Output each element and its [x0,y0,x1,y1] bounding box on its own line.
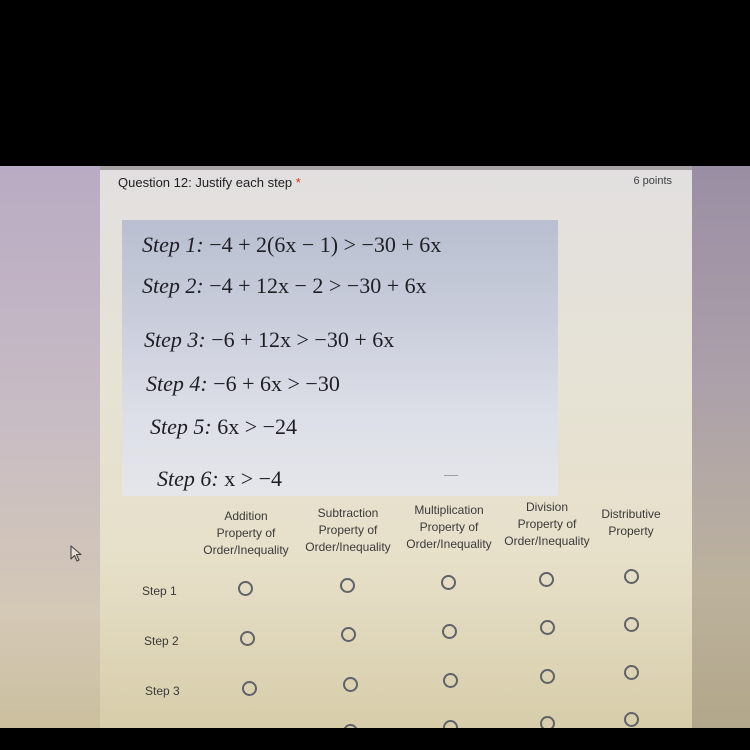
page-background-right [691,166,750,728]
image-artifact-dash [444,475,458,476]
radio-step3-distributive[interactable] [624,665,639,680]
radio-step1-distributive[interactable] [624,569,639,584]
column-header-addition: Addition Property of Order/Inequality [197,508,295,559]
step-label: Step 3: [144,327,206,352]
step-label: Step 4: [146,371,208,396]
radio-step1-division[interactable] [539,572,554,587]
radio-step3-addition[interactable] [242,681,257,696]
radio-step2-distributive[interactable] [624,617,639,632]
radio-step2-division[interactable] [540,620,555,635]
radio-step3-division[interactable] [540,669,555,684]
mouse-pointer-icon [70,545,82,562]
question-title: Question 12: Justify each step * [118,175,301,190]
column-header-line: Property of [318,523,378,537]
step-line-6: Step 6: x > −4 [157,466,282,492]
step-label: Step 1: [142,232,204,257]
radio-step1-subtraction[interactable] [340,578,355,593]
row-label-step-1: Step 1 [142,584,177,598]
row-label-step-3: Step 3 [145,684,180,698]
step-label: Step 2: [142,273,204,298]
required-asterisk: * [295,175,301,190]
column-header-line: Property [608,524,654,538]
column-header-subtraction: Subtraction Property of Order/Inequality [299,505,397,556]
column-header-line: Property of [517,517,577,531]
page-background-left [0,166,100,728]
row-label-step-2: Step 2 [144,634,179,648]
step-label: Step 5: [150,414,212,439]
radio-step3-multiplication[interactable] [443,673,458,688]
radio-step2-multiplication[interactable] [442,624,457,639]
step-line-2: Step 2: −4 + 12x − 2 > −30 + 6x [142,273,427,299]
radio-step4-distributive[interactable] [624,712,639,727]
column-header-line: Division [525,500,568,514]
column-header-line: Property of [216,526,276,540]
step-label: Step 6: [157,466,219,491]
screen: Question 12: Justify each step * 6 point… [0,166,750,728]
question-title-text: Question 12: Justify each step [118,175,293,190]
step-line-1: Step 1: −4 + 2(6x − 1) > −30 + 6x [142,232,441,258]
column-header-multiplication: Multiplication Property of Order/Inequal… [400,502,498,553]
question-points: 6 points [633,175,672,187]
column-header-line: Distributive [601,507,661,521]
radio-step1-multiplication[interactable] [441,575,456,590]
radio-step3-subtraction[interactable] [343,677,358,692]
radio-step1-addition[interactable] [238,581,253,596]
radio-step2-subtraction[interactable] [341,627,356,642]
column-header-line: Addition [224,509,268,523]
column-header-line: Order/Inequality [203,543,289,557]
column-header-line: Order/Inequality [305,540,391,554]
radio-step2-addition[interactable] [240,631,255,646]
radio-step4-subtraction[interactable] [343,724,358,728]
column-header-division: Division Property of Order/Inequality [498,499,596,550]
step-expression: 6x > −24 [217,414,298,439]
problem-image: Step 1: −4 + 2(6x − 1) > −30 + 6x Step 2… [122,220,558,496]
step-expression: −4 + 12x − 2 > −30 + 6x [209,273,427,298]
radio-step4-division[interactable] [540,716,555,728]
card-top-border [100,166,692,170]
step-line-5: Step 5: 6x > −24 [150,414,297,440]
step-expression: −4 + 2(6x − 1) > −30 + 6x [209,232,442,257]
step-expression: −6 + 6x > −30 [213,371,340,396]
step-expression: x > −4 [224,466,283,491]
column-header-line: Order/Inequality [406,537,492,551]
column-header-line: Order/Inequality [504,534,590,548]
radio-step4-multiplication[interactable] [443,720,458,728]
column-header-line: Property of [419,520,479,534]
question-card: Question 12: Justify each step * 6 point… [100,166,692,728]
column-header-line: Subtraction [317,506,379,520]
step-expression: −6 + 12x > −30 + 6x [211,327,395,352]
column-header-distributive: Distributive Property [588,506,674,540]
column-header-line: Multiplication [414,503,484,517]
step-line-3: Step 3: −6 + 12x > −30 + 6x [144,327,394,353]
step-line-4: Step 4: −6 + 6x > −30 [146,371,340,397]
